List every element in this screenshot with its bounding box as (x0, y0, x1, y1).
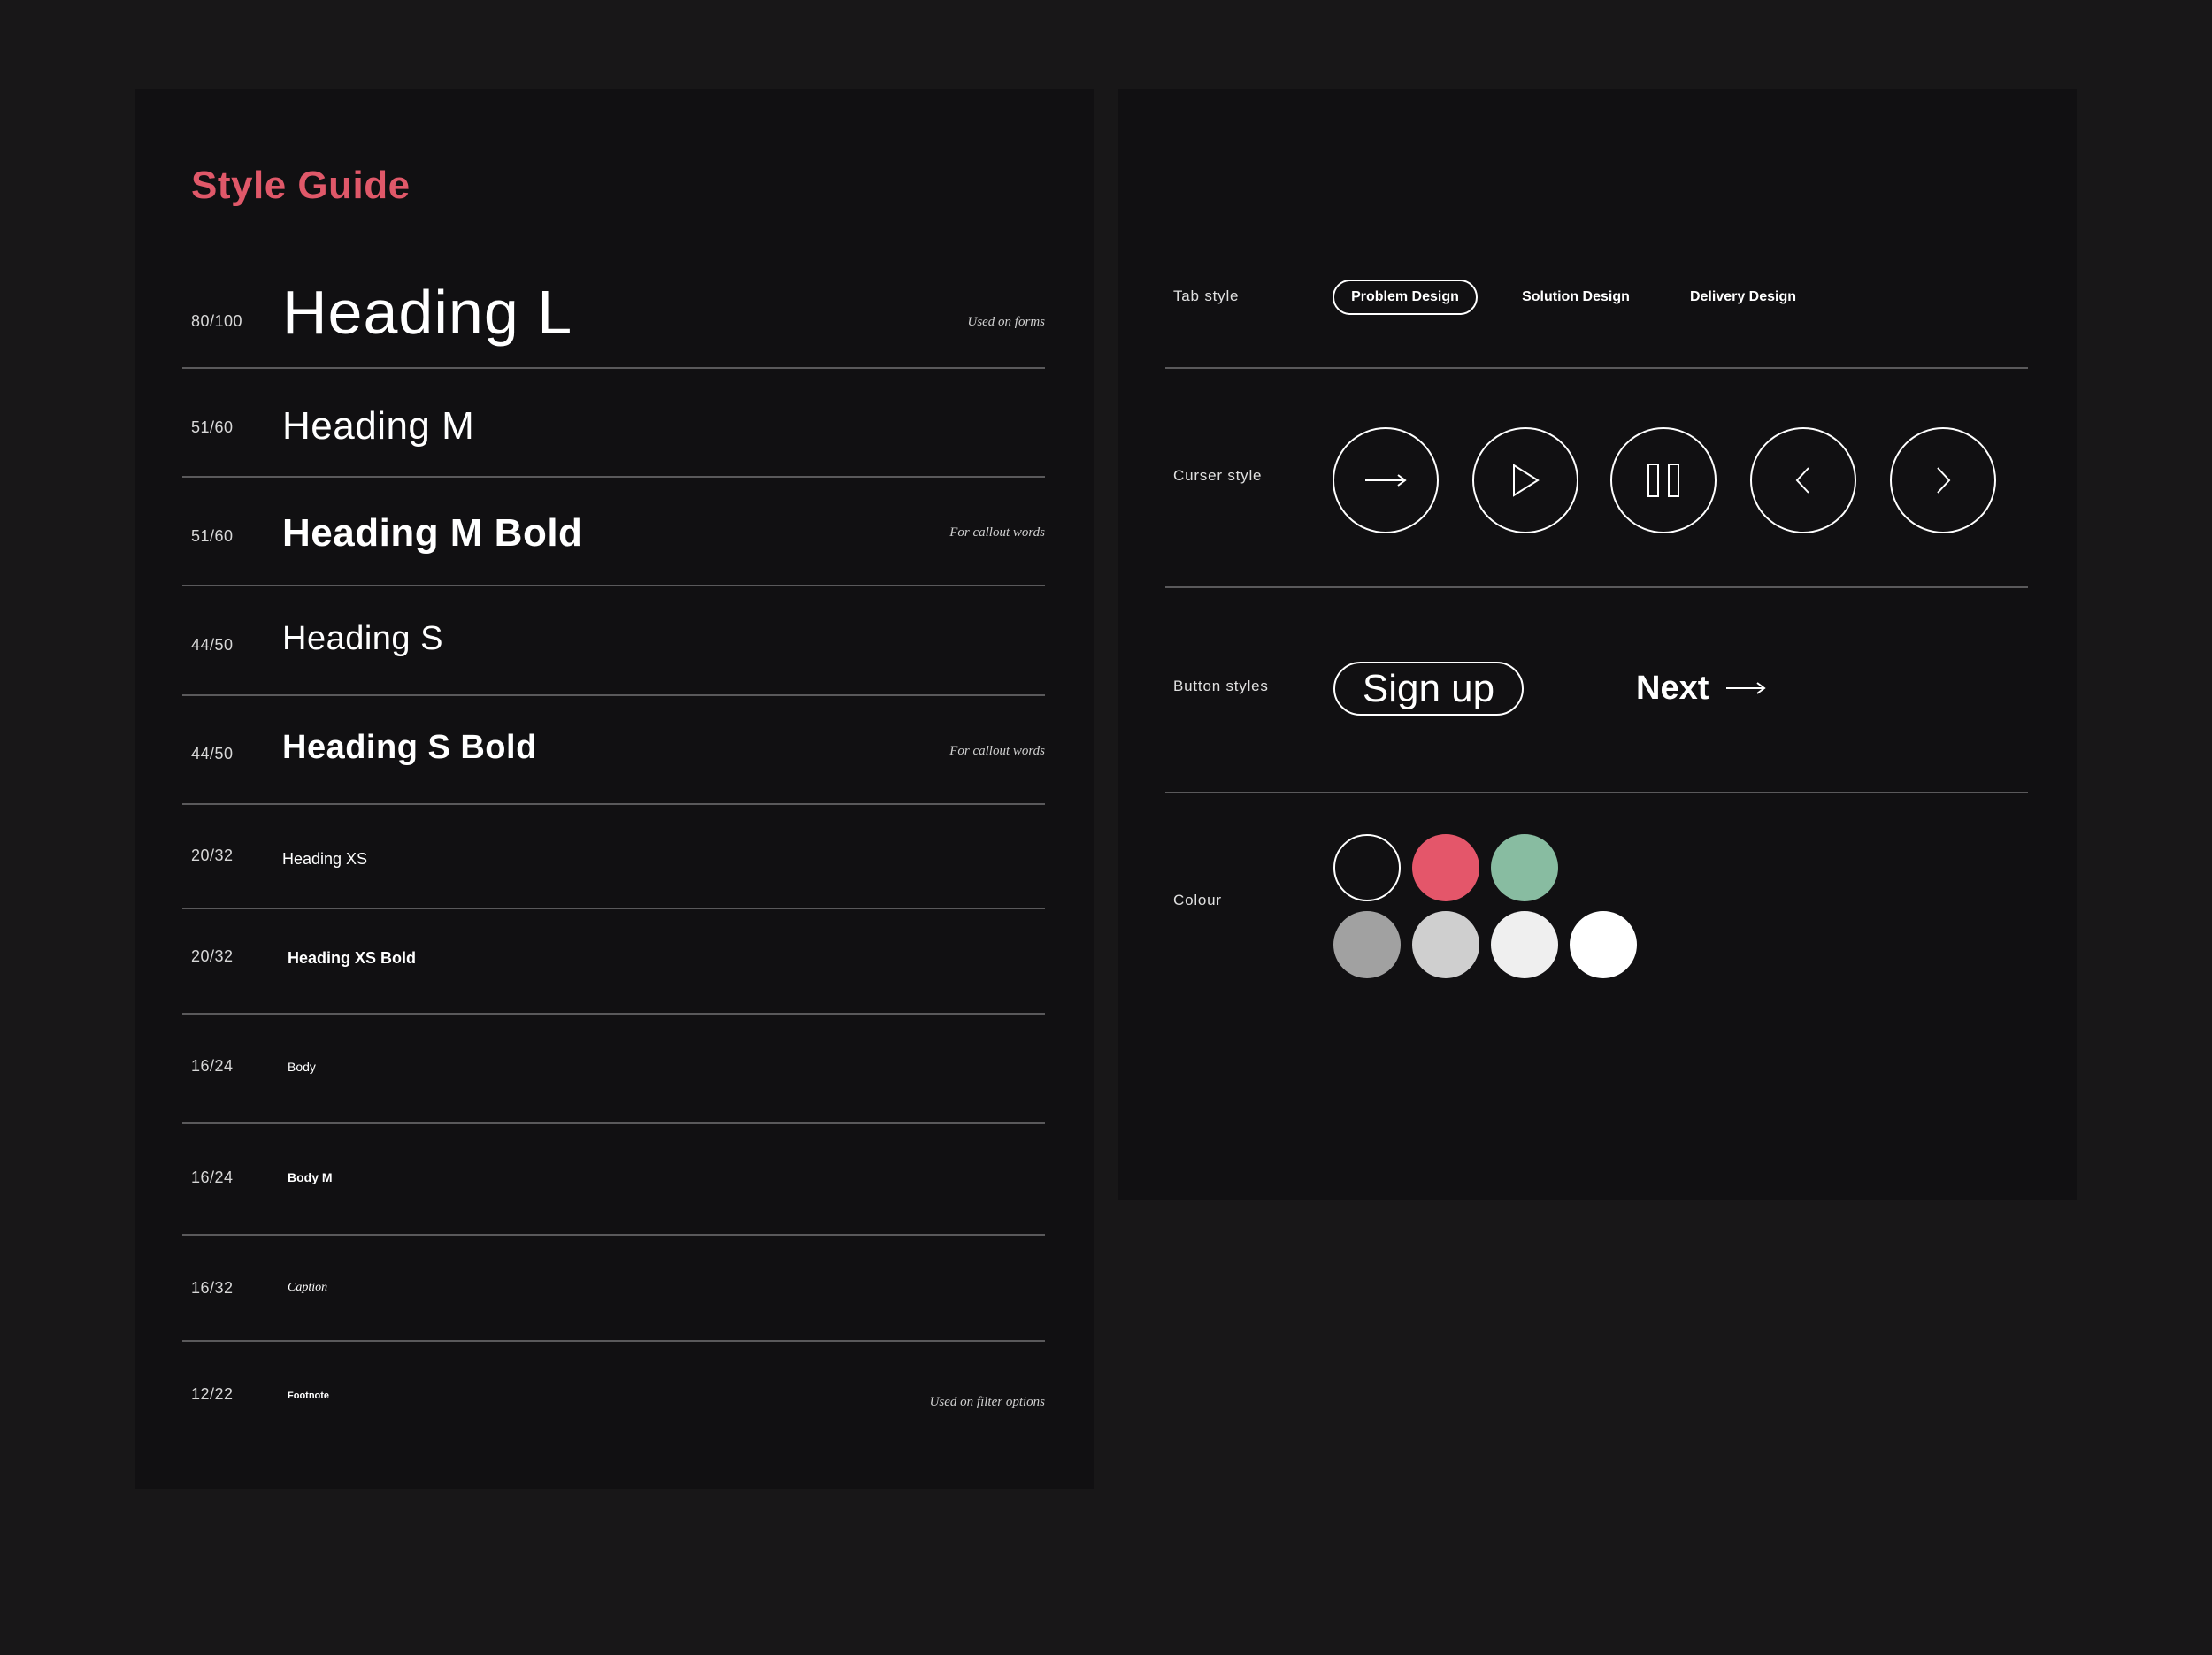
pause-icon (1647, 464, 1679, 497)
type-size: 20/32 (191, 847, 234, 864)
next-label: Next (1636, 669, 1709, 707)
tab-delivery-design[interactable]: Delivery Design (1672, 280, 1814, 315)
colour-swatch (1333, 911, 1401, 978)
type-sample: Footnote (288, 1391, 330, 1401)
colour-swatch (1491, 911, 1558, 978)
sign-up-button[interactable]: Sign up (1333, 662, 1524, 716)
type-size: 51/60 (191, 418, 234, 436)
cursor-next-button[interactable] (1890, 427, 1996, 533)
type-size: 16/32 (191, 1279, 234, 1297)
type-size: 80/100 (191, 312, 243, 330)
type-sample: Heading S Bold (282, 729, 537, 766)
type-sample: Body M (288, 1170, 333, 1184)
tab-problem-design[interactable]: Problem Design (1333, 280, 1478, 315)
type-row-heading-s-bold: 44/50 Heading S Bold For callout words (182, 696, 1045, 805)
type-size: 51/60 (191, 527, 234, 545)
type-row-heading-xs: 20/32 Heading XS (182, 805, 1045, 909)
arrow-right-icon (1365, 474, 1407, 487)
type-size: 16/24 (191, 1057, 234, 1075)
type-row-footnote: 12/22 Footnote Used on filter options (182, 1342, 1045, 1448)
type-note: Used on forms (967, 315, 1045, 329)
play-icon (1513, 464, 1540, 497)
type-row-heading-l: 80/100 Heading L Used on forms (182, 266, 1045, 369)
type-row-heading-m-bold: 51/60 Heading M Bold For callout words (182, 478, 1045, 586)
type-note: For callout words (949, 744, 1045, 758)
type-row-heading-xs-bold: 20/32 Heading XS Bold (182, 909, 1045, 1015)
type-size: 12/22 (191, 1385, 234, 1403)
type-note: Used on filter options (929, 1395, 1045, 1409)
colour-swatch (1412, 834, 1479, 901)
colour-swatch (1491, 834, 1558, 901)
type-row-body: 16/24 Body (182, 1015, 1045, 1124)
section-divider (1165, 586, 2028, 588)
type-sample: Heading XS (282, 850, 368, 868)
colour-label: Colour (1173, 892, 1222, 908)
type-row-caption: 16/32 Caption (182, 1236, 1045, 1342)
section-divider (1165, 792, 2028, 793)
tab-style-label: Tab style (1173, 287, 1240, 304)
type-sample: Body (288, 1060, 316, 1074)
type-size: 44/50 (191, 745, 234, 762)
type-size: 44/50 (191, 636, 234, 654)
type-size: 16/24 (191, 1168, 234, 1186)
section-divider (1165, 367, 2028, 369)
type-row-body-m: 16/24 Body M (182, 1124, 1045, 1236)
page-title: Style Guide (191, 164, 411, 207)
type-sample: Heading S (282, 620, 443, 657)
cursor-arrow-button[interactable] (1333, 427, 1439, 533)
colour-swatch (1333, 834, 1401, 901)
button-styles-label: Button styles (1173, 678, 1269, 694)
type-note: For callout words (949, 525, 1045, 540)
type-size: 20/32 (191, 947, 234, 965)
components-panel: Tab style Problem Design Solution Design… (1118, 89, 2077, 1200)
type-sample: Caption (288, 1281, 328, 1294)
chevron-right-icon (1937, 467, 1951, 494)
typography-panel: Style Guide 80/100 Heading L Used on for… (135, 89, 1094, 1489)
type-sample: Heading XS Bold (288, 949, 417, 967)
type-row-heading-s: 44/50 Heading S (182, 586, 1045, 696)
next-link-button[interactable]: Next (1636, 666, 1767, 710)
arrow-right-icon (1726, 682, 1767, 694)
cursor-play-button[interactable] (1472, 427, 1578, 533)
cursor-previous-button[interactable] (1750, 427, 1856, 533)
colour-swatch (1412, 911, 1479, 978)
type-sample: Heading M Bold (282, 511, 583, 555)
cursor-pause-button[interactable] (1610, 427, 1717, 533)
chevron-left-icon (1795, 467, 1809, 494)
type-sample: Heading L (282, 278, 573, 347)
tab-solution-design[interactable]: Solution Design (1505, 280, 1647, 315)
colour-swatch (1570, 911, 1637, 978)
type-sample: Heading M (282, 404, 475, 448)
type-row-heading-m: 51/60 Heading M (182, 369, 1045, 478)
cursor-style-label: Curser style (1173, 467, 1263, 484)
